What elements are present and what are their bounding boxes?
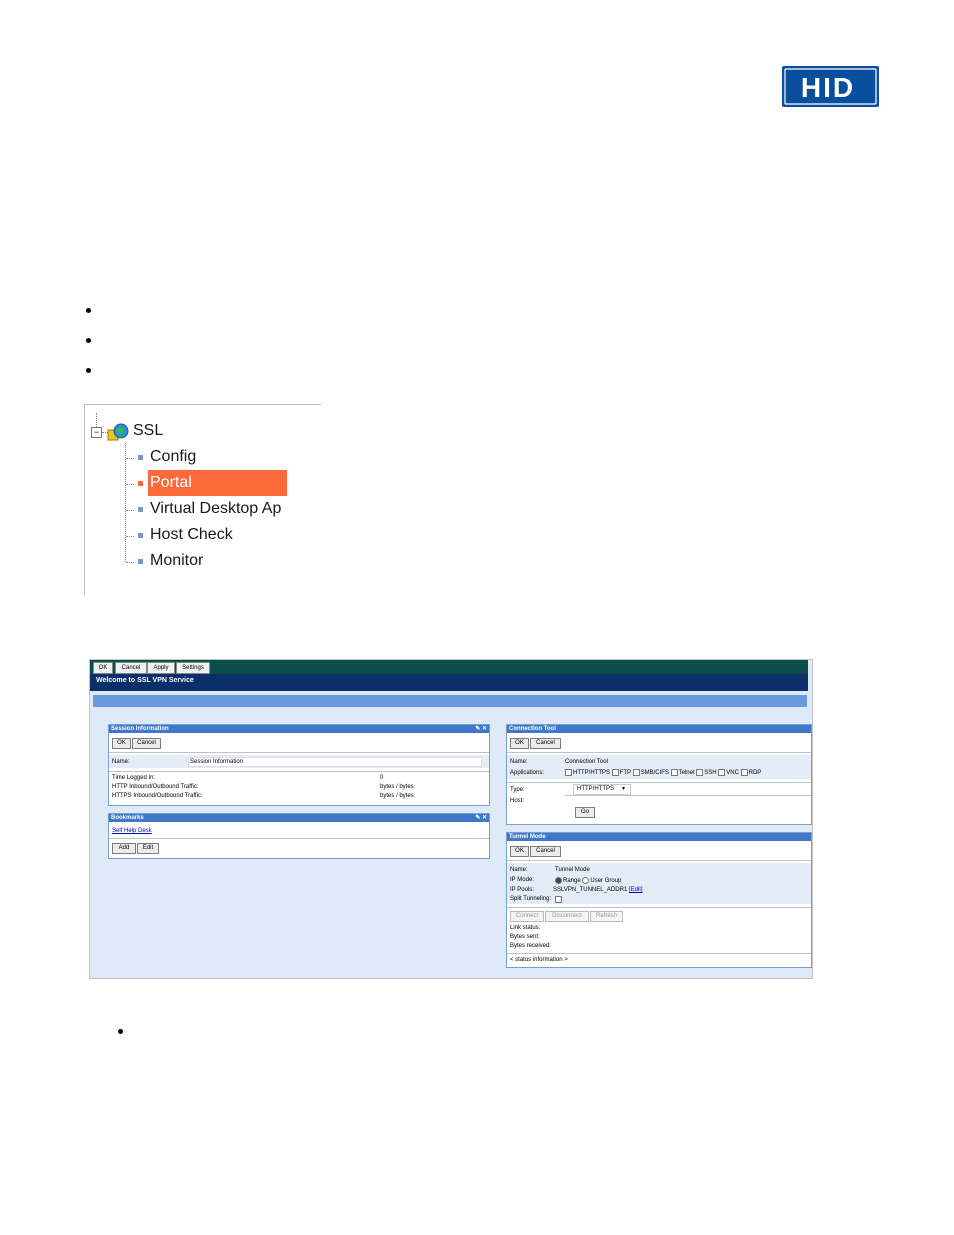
tree-item-host-check[interactable]: Host Check — [150, 524, 233, 546]
bytes-received-label: Bytes received: — [510, 943, 552, 949]
tunnel-name-value: Tunnel Mode — [555, 867, 590, 873]
tree-root-ssl[interactable]: SSL — [133, 420, 163, 442]
split-tunneling-checkbox[interactable] — [555, 896, 562, 903]
collapse-icon[interactable]: − — [91, 427, 102, 438]
conn-name-label: Name: — [510, 759, 528, 765]
conn-type-label: Type: — [510, 787, 525, 793]
portal-subheader — [93, 695, 807, 707]
https-traffic-label: HTTPS Inbound/Outbound Traffic: — [112, 793, 203, 799]
welcome-banner: Welcome to SSL VPN Service — [90, 674, 808, 691]
bullet-4 — [118, 1029, 123, 1034]
checkbox-icon[interactable] — [718, 769, 726, 776]
tunnel-ok-button[interactable]: OK — [510, 846, 529, 857]
conn-type-select[interactable]: HTTP/HTTPS ▾ — [573, 784, 631, 795]
checkbox-icon[interactable] — [632, 769, 640, 776]
tree-bullet-icon — [138, 559, 143, 564]
tunnel-refresh-button[interactable]: Refresh — [590, 911, 623, 922]
toolbar-apply-button[interactable]: Apply — [147, 662, 175, 674]
session-name-value: Session Information — [190, 759, 244, 765]
status-information: < status information > — [510, 957, 568, 963]
app-telnet[interactable]: Telnet — [670, 769, 695, 776]
tree-bullet-icon — [138, 455, 143, 460]
session-info-panel: Session Information ✎ ✕ OK Cancel Name: S… — [108, 724, 490, 806]
tree-item-monitor[interactable]: Monitor — [150, 550, 203, 572]
checkbox-icon[interactable] — [670, 769, 678, 776]
tree-bullet-icon — [138, 533, 143, 538]
session-cancel-button[interactable]: Cancel — [132, 738, 161, 749]
svg-text:®: ® — [877, 67, 879, 74]
ssl-tree-screenshot: − SSL Config Portal Virtual Desktop Ap H… — [84, 404, 321, 595]
session-ok-button[interactable]: OK — [112, 738, 131, 749]
tunnel-name-label: Name: — [510, 867, 528, 873]
checkbox-icon[interactable] — [740, 769, 748, 776]
app-checkboxes: HTTP/HTTPS FTP SMB/CIFS Telnet SSH VNC R… — [565, 769, 761, 777]
app-rdp[interactable]: RDP — [740, 769, 761, 776]
ip-pools-label: IP Pools: — [510, 887, 534, 893]
portal-screenshot: OK Cancel Apply Settings Welcome to SSL … — [89, 659, 813, 979]
toolbar-cancel-button[interactable]: Cancel — [115, 662, 147, 674]
bookmark-add-button[interactable]: Add — [112, 843, 136, 854]
radio-icon[interactable] — [555, 877, 562, 884]
http-traffic-value: bytes / bytes — [380, 784, 414, 790]
http-traffic-label: HTTP Inbound/Outbound Traffic: — [112, 784, 199, 790]
toolbar-settings-button[interactable]: Settings — [176, 662, 210, 674]
app-smb[interactable]: SMB/CIFS — [632, 769, 669, 776]
ip-pools-edit-link[interactable]: [Edit] — [629, 887, 643, 893]
chevron-down-icon: ▾ — [622, 786, 626, 792]
portal-toolbar: OK Cancel Apply Settings — [90, 660, 808, 674]
bullet-3 — [86, 368, 91, 373]
link-status-label: Link status: — [510, 925, 541, 931]
bytes-sent-label: Bytes sent: — [510, 934, 540, 940]
bullet-1 — [86, 308, 91, 313]
hid-logo: HID ® — [782, 66, 879, 107]
self-help-desk-link[interactable]: Self Help Desk — [112, 827, 152, 835]
tunnel-connect-button[interactable]: Connect — [510, 911, 544, 922]
app-ssh[interactable]: SSH — [696, 769, 717, 776]
app-ftp[interactable]: FTP — [611, 769, 631, 776]
toolbar-ok-button[interactable]: OK — [93, 662, 113, 674]
ip-mode-label: IP Mode: — [510, 877, 534, 883]
session-name-label: Name: — [112, 759, 130, 765]
checkbox-icon[interactable] — [565, 769, 572, 776]
checkbox-icon[interactable] — [696, 769, 704, 776]
split-tunneling-label: Split Tunneling: — [510, 896, 552, 902]
checkbox-icon[interactable] — [611, 769, 619, 776]
ip-mode-user-group[interactable]: User Group — [582, 877, 621, 884]
conn-host-label: Host: — [510, 798, 525, 804]
conn-go-button[interactable]: Go — [575, 807, 595, 818]
connection-tool-panel: Connection Tool OK Cancel Name: Connecti… — [506, 724, 812, 825]
tunnel-mode-panel: Tunnel Mode OK Cancel Name: Tunnel Mode … — [506, 832, 812, 968]
conn-ok-button[interactable]: OK — [510, 738, 529, 749]
tunnel-cancel-button[interactable]: Cancel — [530, 846, 561, 857]
edit-close-icons[interactable]: ✎ ✕ — [475, 814, 487, 822]
tree-bullet-icon — [138, 481, 143, 486]
bookmarks-panel: Bookmarks ✎ ✕ Self Help Desk Add Edit — [108, 813, 490, 859]
conn-apps-label: Applications: — [510, 770, 545, 776]
tunnel-disconnect-button[interactable]: Disconnect — [545, 911, 589, 922]
app-vnc[interactable]: VNC — [718, 769, 739, 776]
bookmark-edit-button[interactable]: Edit — [137, 843, 159, 854]
https-traffic-value: bytes / bytes — [380, 793, 414, 799]
conn-name-value: Connection Tool — [565, 759, 608, 765]
time-logged-value: 0 — [380, 775, 384, 781]
conn-cancel-button[interactable]: Cancel — [530, 738, 561, 749]
tree-bullet-icon — [138, 507, 143, 512]
tree-item-config[interactable]: Config — [150, 446, 196, 468]
tree-item-portal[interactable]: Portal — [150, 472, 192, 494]
ip-pools-value: SSLVPN_TUNNEL_ADDR1 [Edit] — [553, 887, 643, 893]
tree-item-virtual-desktop[interactable]: Virtual Desktop Ap — [150, 498, 281, 520]
time-logged-label: Time Logged In: — [112, 775, 156, 781]
app-http[interactable]: HTTP/HTTPS — [565, 769, 610, 776]
bullet-2 — [86, 338, 91, 343]
svg-text:HID: HID — [801, 72, 855, 103]
ip-mode-options: Range User Group — [555, 877, 621, 885]
ssl-globe-icon — [107, 423, 129, 441]
edit-close-icons[interactable]: ✎ ✕ — [475, 725, 487, 733]
ip-mode-range[interactable]: Range — [555, 877, 581, 884]
radio-icon[interactable] — [582, 877, 590, 884]
